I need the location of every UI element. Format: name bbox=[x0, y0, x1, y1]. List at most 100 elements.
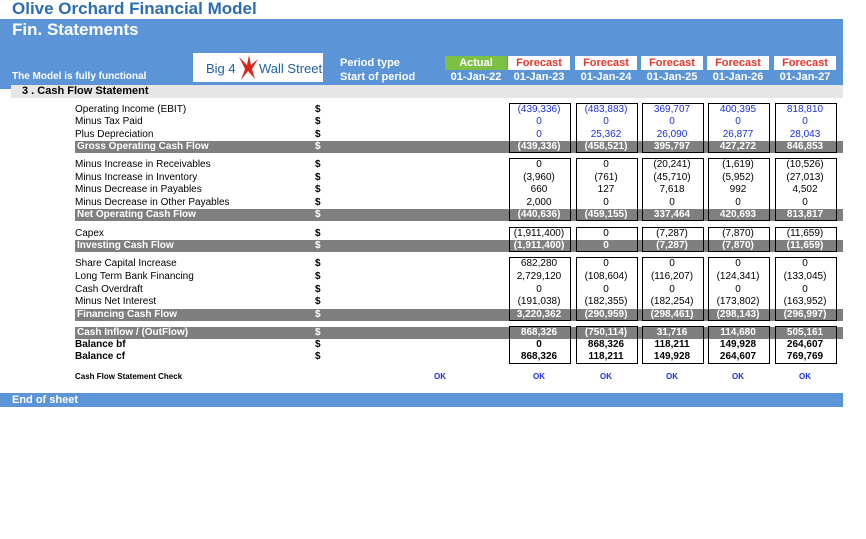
cell-gross-4[interactable]: 427,272 bbox=[707, 141, 769, 153]
cell-ebit-3[interactable]: 369,707 bbox=[641, 104, 703, 116]
cell-opay-3[interactable]: 0 bbox=[641, 197, 703, 209]
cell-invest-1[interactable]: (1,911,400) bbox=[508, 240, 570, 252]
cell-capex-5[interactable]: (11,659) bbox=[774, 228, 836, 240]
period-type-2: Forecast bbox=[508, 56, 570, 70]
cell-cf-1[interactable]: 868,326 bbox=[508, 351, 570, 363]
cell-share-2[interactable]: 0 bbox=[575, 258, 637, 270]
row-label: Net Operating Cash Flow bbox=[77, 209, 196, 220]
cell-fin-3[interactable]: (298,461) bbox=[641, 309, 703, 321]
cell-od-1[interactable]: 0 bbox=[508, 284, 570, 296]
cell-tax-5[interactable]: 0 bbox=[774, 116, 836, 128]
cell-dep-3[interactable]: 26,090 bbox=[641, 129, 703, 141]
cell-share-4[interactable]: 0 bbox=[707, 258, 769, 270]
cell-opay-5[interactable]: 0 bbox=[774, 197, 836, 209]
cell-inv-1[interactable]: (3,960) bbox=[508, 172, 570, 184]
cell-fin-2[interactable]: (290,959) bbox=[575, 309, 637, 321]
cell-int-4[interactable]: (173,802) bbox=[707, 296, 769, 308]
cell-inflow-5[interactable]: 505,161 bbox=[774, 327, 836, 339]
cell-opay-2[interactable]: 0 bbox=[575, 197, 637, 209]
cell-od-3[interactable]: 0 bbox=[641, 284, 703, 296]
cell-bank-2[interactable]: (108,604) bbox=[575, 271, 637, 283]
cell-opay-4[interactable]: 0 bbox=[707, 197, 769, 209]
cell-gross-1[interactable]: (439,336) bbox=[508, 141, 570, 153]
cell-netop-2[interactable]: (459,155) bbox=[575, 209, 637, 221]
cell-recv-5[interactable]: (10,526) bbox=[774, 159, 836, 171]
cell-pay-3[interactable]: 7,618 bbox=[641, 184, 703, 196]
cell-recv-2[interactable]: 0 bbox=[575, 159, 637, 171]
cell-inv-4[interactable]: (5,952) bbox=[707, 172, 769, 184]
cell-inflow-1[interactable]: 868,326 bbox=[508, 327, 570, 339]
cell-bank-5[interactable]: (133,045) bbox=[774, 271, 836, 283]
cell-netop-3[interactable]: 337,464 bbox=[641, 209, 703, 221]
cell-bf-2[interactable]: 868,326 bbox=[575, 339, 637, 351]
cell-tax-3[interactable]: 0 bbox=[641, 116, 703, 128]
cell-cf-4[interactable]: 264,607 bbox=[707, 351, 769, 363]
cell-pay-2[interactable]: 127 bbox=[575, 184, 637, 196]
cell-tax-1[interactable]: 0 bbox=[508, 116, 570, 128]
cell-bf-4[interactable]: 149,928 bbox=[707, 339, 769, 351]
cell-od-5[interactable]: 0 bbox=[774, 284, 836, 296]
cell-od-4[interactable]: 0 bbox=[707, 284, 769, 296]
cell-recv-1[interactable]: 0 bbox=[508, 159, 570, 171]
cell-share-5[interactable]: 0 bbox=[774, 258, 836, 270]
cell-bf-1[interactable]: 0 bbox=[508, 339, 570, 351]
cell-recv-4[interactable]: (1,619) bbox=[707, 159, 769, 171]
cell-bf-5[interactable]: 264,607 bbox=[774, 339, 836, 351]
cell-bank-4[interactable]: (124,341) bbox=[707, 271, 769, 283]
cell-capex-1[interactable]: (1,911,400) bbox=[508, 228, 570, 240]
cell-tax-4[interactable]: 0 bbox=[707, 116, 769, 128]
cell-int-2[interactable]: (182,355) bbox=[575, 296, 637, 308]
cell-int-5[interactable]: (163,952) bbox=[774, 296, 836, 308]
cell-cf-5[interactable]: 769,769 bbox=[774, 351, 836, 363]
row-label-bf: Balance bf bbox=[75, 339, 126, 350]
cell-capex-2[interactable]: 0 bbox=[575, 228, 637, 240]
cell-opay-1[interactable]: 2,000 bbox=[508, 197, 570, 209]
cell-bank-1[interactable]: 2,729,120 bbox=[508, 271, 570, 283]
cell-inflow-4[interactable]: 114,680 bbox=[707, 327, 769, 339]
cell-ebit-2[interactable]: (483,883) bbox=[575, 104, 637, 116]
cell-capex-3[interactable]: (7,287) bbox=[641, 228, 703, 240]
cell-ebit-5[interactable]: 818,810 bbox=[774, 104, 836, 116]
cell-inv-2[interactable]: (761) bbox=[575, 172, 637, 184]
cell-invest-3[interactable]: (7,287) bbox=[641, 240, 703, 252]
cell-netop-4[interactable]: 420,693 bbox=[707, 209, 769, 221]
cell-inv-3[interactable]: (45,710) bbox=[641, 172, 703, 184]
cell-bank-3[interactable]: (116,207) bbox=[641, 271, 703, 283]
cell-inflow-2[interactable]: (750,114) bbox=[575, 327, 637, 339]
cell-inflow-3[interactable]: 31,716 bbox=[641, 327, 703, 339]
cell-pay-5[interactable]: 4,502 bbox=[774, 184, 836, 196]
cell-int-3[interactable]: (182,254) bbox=[641, 296, 703, 308]
cell-dep-2[interactable]: 25,362 bbox=[575, 129, 637, 141]
cell-invest-2[interactable]: 0 bbox=[575, 240, 637, 252]
cell-dep-4[interactable]: 26,877 bbox=[707, 129, 769, 141]
cell-fin-1[interactable]: 3,220,362 bbox=[508, 309, 570, 321]
currency-symbol: $ bbox=[315, 351, 321, 362]
cell-gross-2[interactable]: (458,521) bbox=[575, 141, 637, 153]
cell-od-2[interactable]: 0 bbox=[575, 284, 637, 296]
cell-dep-1[interactable]: 0 bbox=[508, 129, 570, 141]
cell-netop-1[interactable]: (440,636) bbox=[508, 209, 570, 221]
cell-inv-5[interactable]: (27,013) bbox=[774, 172, 836, 184]
cell-share-3[interactable]: 0 bbox=[641, 258, 703, 270]
cell-share-1[interactable]: 682,280 bbox=[508, 258, 570, 270]
cell-netop-5[interactable]: 813,817 bbox=[774, 209, 836, 221]
cell-fin-4[interactable]: (298,143) bbox=[707, 309, 769, 321]
cell-capex-4[interactable]: (7,870) bbox=[707, 228, 769, 240]
cell-recv-3[interactable]: (20,241) bbox=[641, 159, 703, 171]
cell-pay-4[interactable]: 992 bbox=[707, 184, 769, 196]
cell-pay-1[interactable]: 660 bbox=[508, 184, 570, 196]
cell-tax-2[interactable]: 0 bbox=[575, 116, 637, 128]
cell-fin-5[interactable]: (296,997) bbox=[774, 309, 836, 321]
cell-ebit-4[interactable]: 400,395 bbox=[707, 104, 769, 116]
cell-cf-2[interactable]: 118,211 bbox=[575, 351, 637, 363]
cell-int-1[interactable]: (191,038) bbox=[508, 296, 570, 308]
cell-invest-5[interactable]: (11,659) bbox=[774, 240, 836, 252]
cell-gross-3[interactable]: 395,797 bbox=[641, 141, 703, 153]
check-value-5: OK bbox=[799, 372, 811, 381]
cell-invest-4[interactable]: (7,870) bbox=[707, 240, 769, 252]
cell-ebit-1[interactable]: (439,336) bbox=[508, 104, 570, 116]
cell-dep-5[interactable]: 28,043 bbox=[774, 129, 836, 141]
cell-bf-3[interactable]: 118,211 bbox=[641, 339, 703, 351]
cell-gross-5[interactable]: 846,853 bbox=[774, 141, 836, 153]
cell-cf-3[interactable]: 149,928 bbox=[641, 351, 703, 363]
